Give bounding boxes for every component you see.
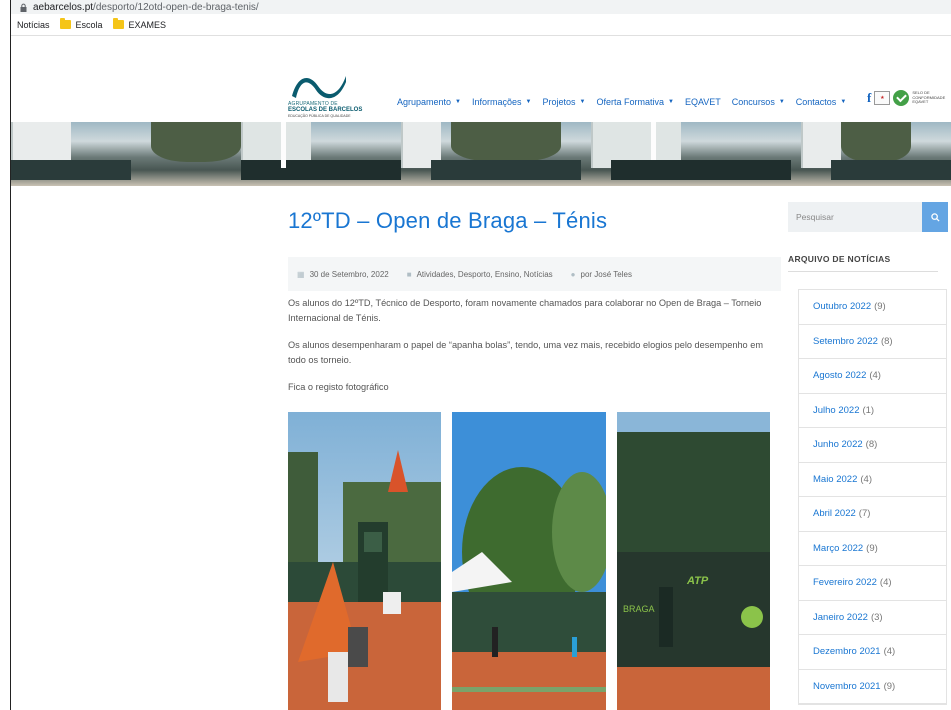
nav-contactos[interactable]: Contactos ▼ bbox=[796, 97, 846, 107]
search-button[interactable] bbox=[922, 202, 948, 232]
archive-item[interactable]: Março 2022 (9) bbox=[799, 532, 946, 566]
post-title: 12ºTD – Open de Braga – Ténis bbox=[288, 208, 608, 233]
seal-text: SELO DE CONFORMIDADE EQAVET bbox=[912, 90, 946, 105]
post-body: Os alunos do 12ºTD, Técnico de Desporto,… bbox=[288, 296, 778, 407]
bookmark-escola[interactable]: Escola bbox=[59, 18, 103, 30]
archive-item[interactable]: Agosto 2022 (4) bbox=[799, 359, 946, 394]
calendar-icon: ▦ bbox=[297, 269, 305, 279]
post-meta: ▦ 30 de Setembro, 2022 ■ Atividades, Despo… bbox=[288, 257, 781, 291]
facebook-icon[interactable]: f bbox=[867, 90, 871, 106]
archive-item[interactable]: Dezembro 2021 (4) bbox=[799, 635, 946, 670]
search-input[interactable]: Pesquisar bbox=[788, 202, 922, 232]
logo-line2: ESCOLAS DE BARCELOS bbox=[288, 107, 363, 113]
main-nav: Agrupamento ▼ Informações ▼ Projetos ▼ Ofer… bbox=[397, 97, 846, 107]
archive-item[interactable]: Novembro 2021 (9) bbox=[799, 670, 946, 704]
folder-icon: ■ bbox=[406, 269, 412, 279]
nav-oferta-formativa[interactable]: Oferta Formativa ▼ bbox=[596, 97, 673, 107]
caret-down-icon: ▼ bbox=[840, 99, 847, 105]
archive-item[interactable]: Outubro 2022 (9) bbox=[799, 290, 946, 325]
url-path: /desporto/12otd-open-de-braga-tenis/ bbox=[93, 1, 259, 13]
bookmark-exames[interactable]: EXAMES bbox=[112, 18, 166, 30]
post-paragraph: Fica o registo fotográfico bbox=[288, 382, 389, 392]
post-date: ▦ 30 de Setembro, 2022 bbox=[297, 269, 389, 279]
archive-title: ARQUIVO DE NOTÍCIAS bbox=[788, 254, 891, 264]
svg-text:BRAGA: BRAGA bbox=[623, 604, 655, 614]
search-icon bbox=[930, 212, 940, 222]
logo-line3: EDUCAÇÃO PÚBLICA DE QUALIDADE bbox=[288, 114, 351, 118]
post-paragraph: Os alunos do 12ºTD, Técnico de Desporto,… bbox=[288, 298, 762, 323]
archive-item[interactable]: Julho 2022 (1) bbox=[799, 394, 946, 428]
site-header: AGRUPAMENTO DE ESCOLAS DE BARCELOS EDUCA… bbox=[11, 68, 951, 122]
post-paragraph: Os alunos desempenharam o papel de “apan… bbox=[288, 340, 763, 365]
archive-item[interactable]: Setembro 2022 (8) bbox=[799, 325, 946, 359]
folder-icon bbox=[59, 18, 71, 29]
header-banner-image bbox=[11, 122, 951, 186]
caret-down-icon: ▼ bbox=[668, 99, 674, 105]
caret-down-icon: ▼ bbox=[455, 99, 461, 105]
eqavet-seal-icon[interactable] bbox=[893, 90, 910, 106]
logo-wave-icon bbox=[292, 76, 346, 99]
gallery-photo-court-trees[interactable] bbox=[452, 412, 606, 710]
archive-item[interactable]: Abril 2022 (7) bbox=[799, 497, 946, 532]
award-badge-icon[interactable]: ★ bbox=[874, 91, 891, 105]
bookmarks-bar: Notícias Escola EXAMES bbox=[11, 14, 951, 36]
search-form: Pesquisar bbox=[788, 202, 948, 232]
header-social: f ★ SELO DE CONFORMIDADE EQAVET bbox=[867, 90, 946, 106]
nav-agrupamento[interactable]: Agrupamento ▼ bbox=[397, 97, 461, 107]
nav-concursos[interactable]: Concursos ▼ bbox=[732, 97, 785, 107]
site-logo[interactable]: AGRUPAMENTO DE ESCOLAS DE BARCELOS EDUCA… bbox=[288, 72, 368, 118]
user-icon: ● bbox=[570, 269, 576, 279]
sidebar: Pesquisar ARQUIVO DE NOTÍCIAS Outubro 20… bbox=[788, 202, 948, 705]
nav-informacoes[interactable]: Informações ▼ bbox=[472, 97, 531, 107]
svg-text:ATP: ATP bbox=[686, 575, 709, 587]
bookmark-noticias[interactable]: Notícias bbox=[17, 20, 50, 30]
archive-item[interactable]: Janeiro 2022 (3) bbox=[799, 601, 946, 635]
archive-item[interactable]: Junho 2022 (8) bbox=[799, 428, 946, 463]
nav-eqavet[interactable]: EQAVET bbox=[685, 97, 721, 107]
post-author[interactable]: ● por José Teles bbox=[571, 270, 632, 279]
browser-window: aebarcelos.pt/desporto/12otd-open-de-bra… bbox=[10, 0, 951, 710]
main-content: 12ºTD – Open de Braga – Ténis ▦ 30 de Set… bbox=[11, 186, 951, 710]
caret-down-icon: ▼ bbox=[778, 99, 785, 105]
gallery-photo-umpire-chair[interactable] bbox=[288, 412, 441, 710]
archive-list: Outubro 2022 (9) Setembro 2022 (8) Agosto … bbox=[798, 289, 947, 705]
caret-down-icon: ▼ bbox=[525, 99, 532, 105]
archive-item[interactable]: Fevereiro 2022 (4) bbox=[799, 566, 946, 601]
photo-gallery: ATP BRAGA bbox=[288, 412, 781, 710]
folder-icon bbox=[112, 18, 124, 29]
archive-item[interactable]: Maio 2022 (4) bbox=[799, 463, 946, 497]
post-categories[interactable]: ■ Atividades, Desporto, Ensino, Notícias bbox=[407, 270, 553, 279]
divider bbox=[788, 271, 938, 272]
url-host: aebarcelos.pt bbox=[33, 1, 94, 13]
nav-projetos[interactable]: Projetos ▼ bbox=[542, 97, 585, 107]
lock-icon bbox=[19, 3, 28, 12]
gallery-photo-atp-wall[interactable]: ATP BRAGA bbox=[617, 412, 770, 710]
address-bar[interactable]: aebarcelos.pt/desporto/12otd-open-de-bra… bbox=[11, 0, 951, 14]
caret-down-icon: ▼ bbox=[579, 99, 586, 105]
